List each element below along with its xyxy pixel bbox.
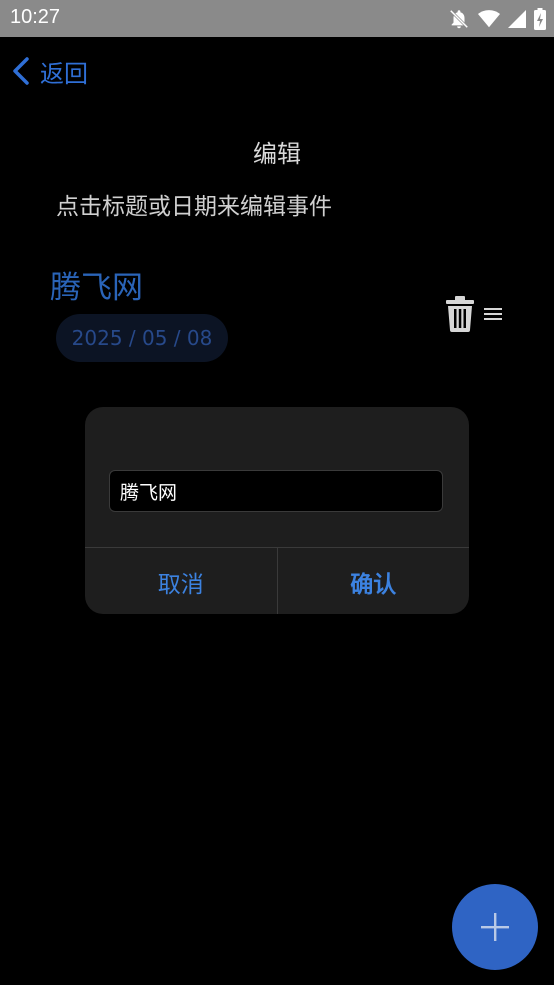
- event-title[interactable]: 腾飞网: [50, 262, 143, 307]
- status-bar: 10:27: [0, 0, 554, 37]
- dialog-actions: 取消 确认: [85, 547, 469, 614]
- chevron-left-icon: [13, 57, 29, 85]
- event-date[interactable]: 2025 / 05 / 08: [56, 314, 228, 362]
- notifications-off-icon: [449, 9, 469, 29]
- signal-icon: [508, 10, 526, 28]
- plus-icon: [481, 913, 509, 941]
- trash-icon[interactable]: [444, 296, 476, 332]
- back-label: 返回: [40, 59, 88, 88]
- cancel-button[interactable]: 取消: [85, 548, 277, 614]
- status-time: 10:27: [10, 6, 61, 28]
- title-input[interactable]: [109, 470, 443, 512]
- edit-dialog: 取消 确认: [85, 407, 469, 614]
- drag-handle-icon[interactable]: [484, 308, 502, 320]
- add-event-button[interactable]: [452, 884, 538, 970]
- confirm-button[interactable]: 确认: [276, 548, 470, 614]
- wifi-icon: [478, 10, 500, 28]
- page-title: 编辑: [253, 140, 301, 168]
- back-button[interactable]: 返回: [10, 52, 88, 90]
- hint-text: 点击标题或日期来编辑事件: [56, 194, 332, 220]
- battery-charging-icon: [534, 8, 546, 30]
- status-icons: [448, 8, 546, 30]
